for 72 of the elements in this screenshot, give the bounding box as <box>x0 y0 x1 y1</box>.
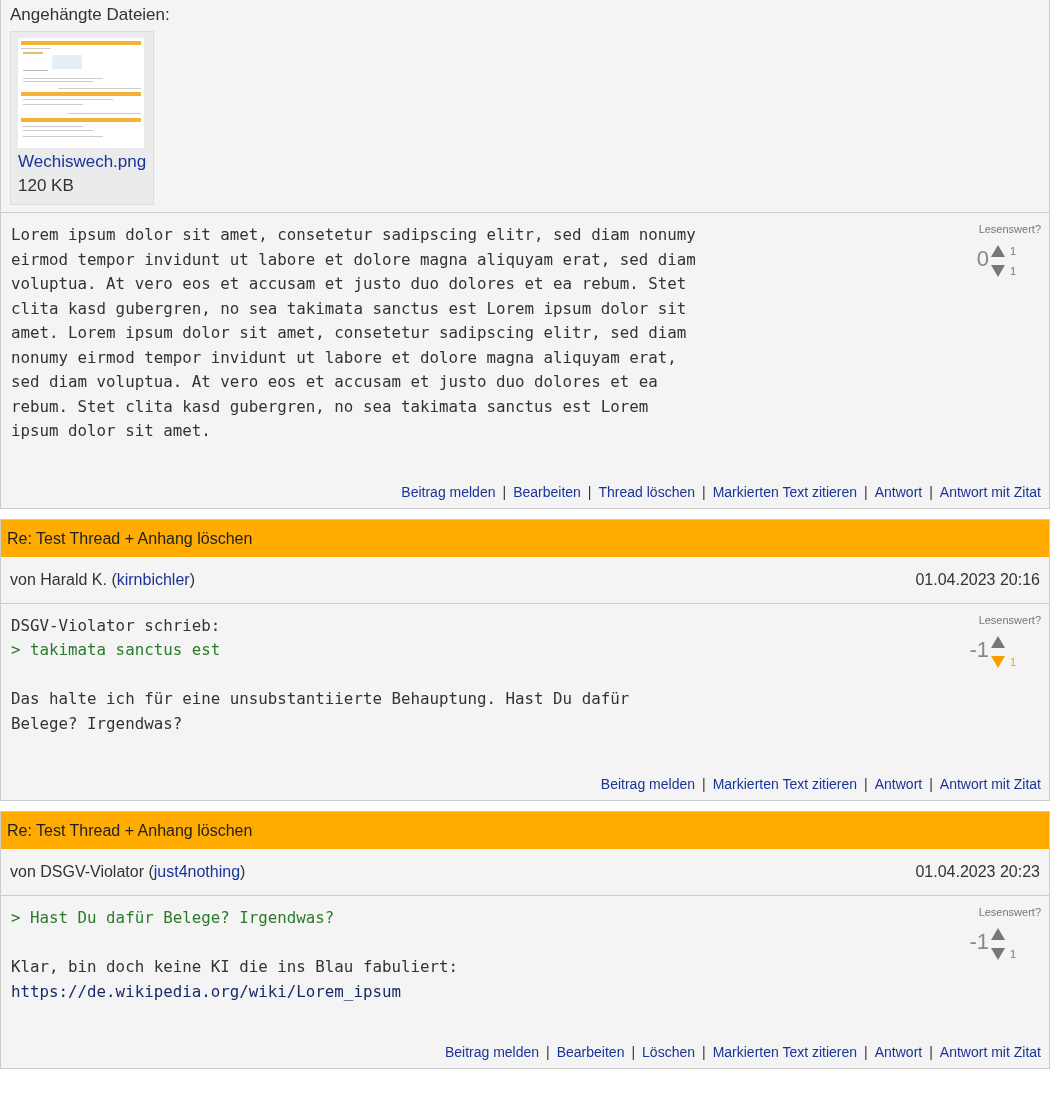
text-line: Belege? Irgendwas? <box>11 712 184 735</box>
rating-label: Lesenswert? <box>978 613 1041 626</box>
upvote-icon[interactable] <box>991 245 1005 257</box>
vote-count: 1 <box>1010 948 1017 960</box>
file-link[interactable]: Wechiswech.png <box>18 152 147 172</box>
action-link[interactable]: Antwort <box>874 483 923 500</box>
text-line: sed diam voluptua. At vero eos et accusam et justo duo dolores et ea <box>11 371 659 393</box>
file-size: 120 KB <box>18 176 75 196</box>
username-link[interactable]: just4nothing <box>153 863 241 880</box>
action-link[interactable]: Antwort <box>874 1044 923 1060</box>
author-line: von Harald K. (kirnbichler) <box>10 570 195 589</box>
separator: | <box>929 776 933 792</box>
rating-score: -1 <box>969 929 989 955</box>
text-line: Lorem ipsum dolor sit amet, consetetur sadipscing elitr, sed diam nonumy <box>11 224 696 246</box>
separator: | <box>546 1044 550 1060</box>
action-link[interactable]: Thread löschen <box>598 483 695 500</box>
action-link[interactable]: Antwort mit Zitat <box>939 483 1041 500</box>
separator: | <box>587 483 592 500</box>
post-date: 01.04.2023 20:16 <box>915 570 1040 589</box>
attachments-label: Angehängte Dateien: <box>10 5 171 25</box>
vote-count: 1 <box>1010 265 1017 277</box>
separator: | <box>929 1044 933 1060</box>
action-link[interactable]: Bearbeiten <box>513 483 581 500</box>
separator: | <box>702 776 706 792</box>
quote-line: > Hast Du dafür Belege? Irgendwas? <box>11 907 336 929</box>
action-link[interactable]: Löschen <box>642 1044 695 1060</box>
action-link[interactable]: Markierten Text zitieren <box>712 776 858 792</box>
vote-count: 1 <box>1010 655 1017 668</box>
downvote-icon[interactable] <box>991 948 1005 960</box>
text-line: ipsum dolor sit amet. <box>11 420 212 442</box>
separator: | <box>864 1044 868 1060</box>
url-link[interactable]: https://de.wikipedia.org/wiki/Lorem_ipsum <box>11 979 458 1004</box>
upvote-icon[interactable] <box>991 928 1005 940</box>
text-line: Das halte ich für eine unsubstantiierte Behauptung. Hast Du dafür <box>11 688 630 710</box>
text-line: nonumy eirmod tempor invidunt ut labore et dolore magna aliquyam erat, <box>11 346 678 369</box>
text-line: DSGV-Violator schrieb: <box>11 614 222 637</box>
separator: | <box>864 483 868 500</box>
separator: | <box>864 776 868 792</box>
action-link[interactable]: Markierten Text zitieren <box>712 483 858 500</box>
separator: | <box>702 483 706 500</box>
action-link[interactable]: Bearbeiten <box>556 1044 625 1060</box>
action-link[interactable]: Antwort <box>874 776 923 792</box>
action-link[interactable]: Beitrag melden <box>444 1044 540 1060</box>
text-line: clita kasd gubergren, no sea takimata sanctus est Lorem ipsum dolor sit <box>11 297 688 320</box>
separator: | <box>702 1044 706 1060</box>
post-date: 01.04.2023 20:23 <box>915 863 1040 881</box>
text-line: Klar, bin doch keine KI die ins Blau fabuliert: <box>11 956 458 978</box>
quote-line: > takimata sanctus est <box>11 639 222 661</box>
image-thumbnail[interactable] <box>18 38 144 148</box>
text-line: rebum. Stet clita kasd gubergren, no sea takimata sanctus est Lorem <box>11 395 650 418</box>
upvote-icon[interactable] <box>991 635 1005 648</box>
text-line: eirmod tempor invidunt ut labore et dolore magna aliquyam erat, sed diam <box>11 248 696 271</box>
rating-label: Lesenswert? <box>978 223 1041 235</box>
separator: | <box>631 1044 636 1060</box>
rating-score: 0 <box>976 246 989 272</box>
action-link[interactable]: Antwort mit Zitat <box>939 1044 1041 1060</box>
action-link[interactable]: Beitrag melden <box>600 776 695 792</box>
rating-score: -1 <box>969 636 989 663</box>
action-link[interactable]: Beitrag melden <box>401 483 496 500</box>
post-title: Re: Test Thread + Anhang löschen <box>1 812 1049 849</box>
separator: | <box>929 483 933 500</box>
text-line: amet. Lorem ipsum dolor sit amet, consetetur sadipscing elitr, sed diam <box>11 322 688 344</box>
vote-count: 1 <box>1010 245 1017 257</box>
rating-label: Lesenswert? <box>978 906 1041 918</box>
author-line: von DSGV-Violator (just4nothing) <box>10 863 246 881</box>
action-link[interactable]: Markierten Text zitieren <box>712 1044 858 1060</box>
separator: | <box>502 483 507 500</box>
post-title: Re: Test Thread + Anhang löschen <box>1 519 1049 557</box>
text-line: voluptua. At vero eos et accusam et justo duo dolores et ea rebum. Stet <box>11 273 688 295</box>
downvote-icon[interactable] <box>991 265 1005 277</box>
action-link[interactable]: Antwort mit Zitat <box>939 776 1041 792</box>
username-link[interactable]: kirnbichler <box>116 570 190 588</box>
